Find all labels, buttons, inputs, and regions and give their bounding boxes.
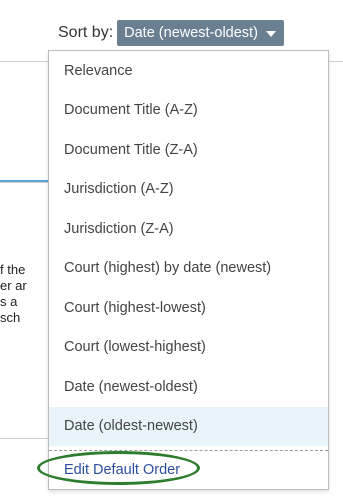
sort-option-title-az[interactable]: Document Title (A-Z) xyxy=(49,91,328,131)
divider-mid xyxy=(0,182,48,183)
edit-default-order-link[interactable]: Edit Default Order xyxy=(49,452,328,488)
background-text-line: sch xyxy=(0,310,21,325)
menu-divider xyxy=(49,450,328,451)
sort-option-jurisdiction-za[interactable]: Jurisdiction (Z-A) xyxy=(49,209,328,249)
background-text-line: s a xyxy=(0,294,18,309)
background-text-line: er ar xyxy=(0,278,27,293)
sort-option-court-lowest-highest[interactable]: Court (lowest-highest) xyxy=(49,328,328,368)
sort-select[interactable]: Date (newest-oldest) xyxy=(117,20,284,46)
sort-option-court-highest-by-date[interactable]: Court (highest) by date (newest) xyxy=(49,249,328,289)
divider-top xyxy=(0,61,48,62)
divider-bottom xyxy=(0,438,48,439)
sort-option-date-oldest-newest[interactable]: Date (oldest-newest) xyxy=(49,406,328,446)
sort-option-date-newest-oldest[interactable]: Date (newest-oldest) xyxy=(49,367,328,407)
sort-option-relevance[interactable]: Relevance xyxy=(49,51,328,91)
sort-option-jurisdiction-az[interactable]: Jurisdiction (A-Z) xyxy=(49,170,328,210)
sort-option-title-za[interactable]: Document Title (Z-A) xyxy=(49,130,328,170)
background-text-line: f the xyxy=(0,262,26,277)
sort-dropdown: Relevance Document Title (A-Z) Document … xyxy=(48,50,329,490)
sort-label: Sort by: xyxy=(58,24,114,41)
sort-option-court-highest-lowest[interactable]: Court (highest-lowest) xyxy=(49,288,328,328)
sort-control: Sort by: Date (newest-oldest) xyxy=(58,20,284,46)
chevron-down-icon xyxy=(265,31,276,37)
divider-top-right xyxy=(329,61,343,62)
sort-options-list: Relevance Document Title (A-Z) Document … xyxy=(49,51,328,446)
sort-selected-value: Date (newest-oldest) xyxy=(124,25,258,41)
